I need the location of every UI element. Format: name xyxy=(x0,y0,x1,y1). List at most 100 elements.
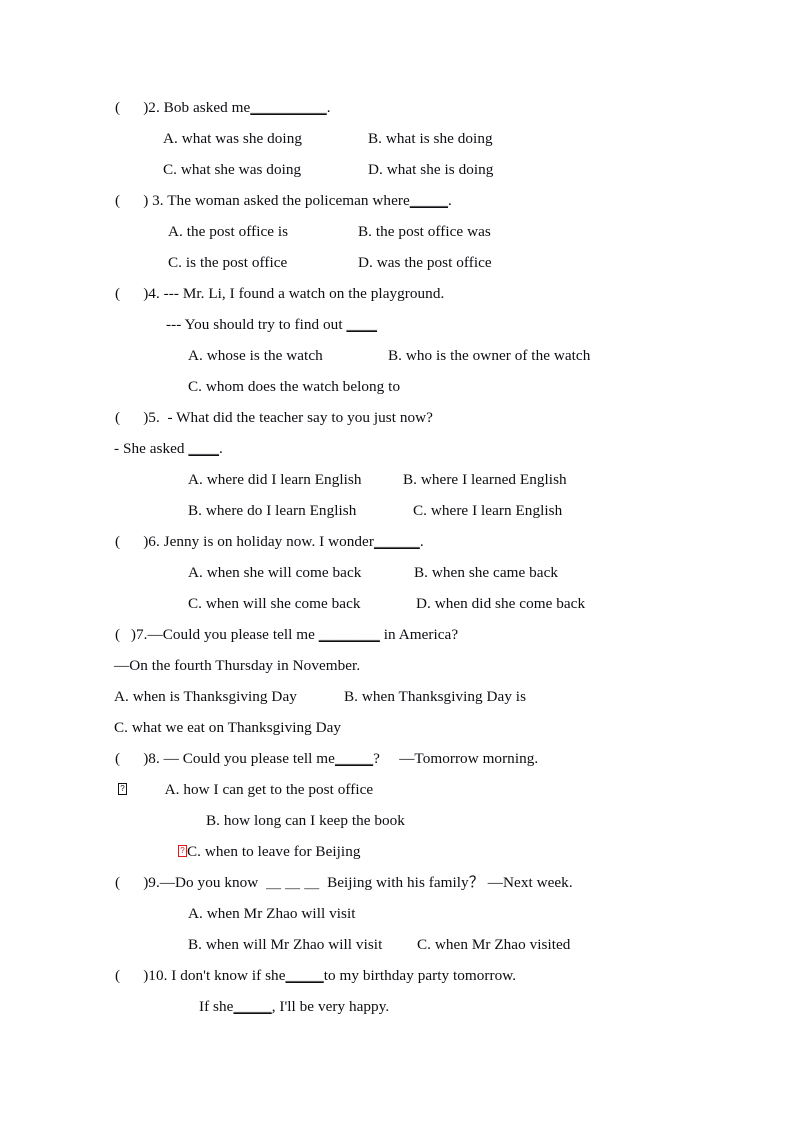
question-10-line2-blank[interactable]: _____ xyxy=(233,998,271,1015)
question-3-stem-text: ) 3. The woman asked the policeman where xyxy=(143,192,410,209)
question-5-stem-line2-prefix: - She asked xyxy=(114,440,189,457)
option-b[interactable]: B. where I learned English xyxy=(403,471,567,488)
option-b[interactable]: B. when Thanksgiving Day is xyxy=(344,688,526,705)
question-7-stem-prefix: )7.—Could you please tell me xyxy=(130,626,319,643)
question-8-stem-prefix: )8. — Could you please tell me xyxy=(143,750,335,767)
option-b[interactable]: B. who is the owner of the watch xyxy=(388,347,590,364)
question-4-options-row-2: C. whom does the watch belong to xyxy=(0,371,794,402)
question-10-line2-prefix: If she xyxy=(199,998,234,1015)
question-7-answer-line: —On the fourth Thursday in November. xyxy=(0,650,794,681)
bracket-spacer xyxy=(120,967,143,984)
option-c[interactable]: C. what we eat on Thanksgiving Day xyxy=(114,719,341,736)
question-9-stem: ( )9.—Do you know ＿ ＿ ＿ Beijing with his… xyxy=(0,867,794,898)
option-a[interactable]: A. when is Thanksgiving Day xyxy=(114,681,344,712)
option-b-duplicate[interactable]: B. where do I learn English xyxy=(188,495,413,526)
question-7-options-row-2: C. what we eat on Thanksgiving Day xyxy=(0,712,794,743)
question-6-stem: ( )6. Jenny is on holiday now. I wonder_… xyxy=(0,526,794,557)
option-c[interactable]: C. where I learn English xyxy=(413,502,562,519)
bracket-spacer xyxy=(120,750,143,767)
option-b[interactable]: B. when she came back xyxy=(414,564,558,581)
question-5-options-row-2: B. where do I learn English C. where I le… xyxy=(0,495,794,526)
question-6-stem-text: )6. Jenny is on holiday now. I wonder xyxy=(143,533,374,550)
question-4-stem-text: )4. --- Mr. Li, I found a watch on the p… xyxy=(143,285,445,302)
bracket-spacer xyxy=(120,99,143,116)
question-10-stem-tail: to my birthday party tomorrow. xyxy=(323,967,517,984)
question-7-answer-text: —On the fourth Thursday in November. xyxy=(114,657,361,674)
question-7-stem-tail: in America? xyxy=(379,626,459,643)
question-6-stem-tail: . xyxy=(419,533,424,550)
question-6-options-row-1: A. when she will come back B. when she ca… xyxy=(0,557,794,588)
question-9-options-row-bc: B. when will Mr Zhao will visit C. when M… xyxy=(0,929,794,960)
option-a[interactable]: A. whose is the watch xyxy=(188,340,388,371)
question-9-option-a-row: A. when Mr Zhao will visit xyxy=(0,898,794,929)
question-9-stem-prefix: )9.—Do you know xyxy=(143,874,266,891)
bracket-spacer xyxy=(120,192,143,209)
option-d[interactable]: D. was the post office xyxy=(358,254,492,271)
question-2-options-row-2: C. what she was doing D. what she is doin… xyxy=(0,154,794,185)
option-d[interactable]: D. when did she come back xyxy=(416,595,585,612)
question-10-blank[interactable]: _____ xyxy=(286,967,324,984)
question-5-stem: ( )5. - What did the teacher say to you … xyxy=(0,402,794,433)
option-c[interactable]: C. whom does the watch belong to xyxy=(188,378,400,395)
question-4-options-row-1: A. whose is the watch B. who is the owner… xyxy=(0,340,794,371)
option-a[interactable]: A. the post office is xyxy=(168,216,358,247)
question-4-blank[interactable]: ____ xyxy=(346,316,377,333)
question-4-stem-line2-text: --- You should try to find out xyxy=(166,316,347,333)
worksheet-content: ( )2. Bob asked me__________. A. what wa… xyxy=(0,92,794,1022)
question-10-stem: ( )10. I don't know if she_____to my bir… xyxy=(0,960,794,991)
option-c[interactable]: C. is the post office xyxy=(168,247,358,278)
question-2-stem: ( )2. Bob asked me__________. xyxy=(0,92,794,123)
question-5-stem-line2-tail: . xyxy=(219,440,223,457)
missing-glyph-box-red-icon xyxy=(178,845,187,857)
question-8-blank[interactable]: _____ xyxy=(335,750,373,767)
question-8-option-b-row: B. how long can I keep the book xyxy=(0,805,794,836)
bracket-spacer xyxy=(120,874,143,891)
question-7-stem: ( )7.—Could you please tell me ________ … xyxy=(0,619,794,650)
option-c[interactable]: C. when to leave for Beijing xyxy=(187,843,360,860)
question-8-stem-tail: ? xyxy=(373,750,380,767)
option-b[interactable]: B. what is she doing xyxy=(368,130,493,147)
question-8-option-c-row: C. when to leave for Beijing xyxy=(0,836,794,867)
question-3-options-row-2: C. is the post office D. was the post off… xyxy=(0,247,794,278)
worksheet-page: ( )2. Bob asked me__________. A. what wa… xyxy=(0,0,794,1123)
question-7-options-row-1: A. when is Thanksgiving Day B. when Thank… xyxy=(0,681,794,712)
question-9-blank[interactable]: ＿ ＿ ＿ xyxy=(266,874,319,891)
question-7-blank[interactable]: ________ xyxy=(319,626,380,643)
question-10-line2-tail: , I'll be very happy. xyxy=(271,998,390,1015)
question-2-stem-tail: . xyxy=(326,99,331,116)
question-5-stem-line2: - She asked ____. xyxy=(0,433,794,464)
option-a[interactable]: A. when she will come back xyxy=(188,557,414,588)
option-b[interactable]: B. when will Mr Zhao will visit xyxy=(188,929,417,960)
question-10-stem-prefix: )10. I don't know if she xyxy=(143,967,286,984)
question-8-answer-text: —Tomorrow morning. xyxy=(399,750,539,767)
option-d[interactable]: D. what she is doing xyxy=(368,161,493,178)
question-3-blank[interactable]: _____ xyxy=(410,192,448,209)
question-2-blank[interactable]: __________ xyxy=(250,99,326,116)
bracket-spacer xyxy=(120,626,131,643)
question-5-stem-text: )5. - What did the teacher say to you ju… xyxy=(143,409,433,426)
question-4-stem: ( )4. --- Mr. Li, I found a watch on the… xyxy=(0,278,794,309)
option-b[interactable]: B. how long can I keep the book xyxy=(206,812,405,829)
bracket-spacer xyxy=(120,285,143,302)
question-5-blank[interactable]: ____ xyxy=(188,440,219,457)
question-5-options-row-1: A. where did I learn English B. where I l… xyxy=(0,464,794,495)
question-9-stem-tail: Beijing with his family？ —Next week. xyxy=(319,874,573,891)
option-c[interactable]: C. when Mr Zhao visited xyxy=(417,936,570,953)
question-8-stem: ( )8. — Could you please tell me_____? —… xyxy=(0,743,794,774)
question-2-options-row-1: A. what was she doing B. what is she doin… xyxy=(0,123,794,154)
missing-glyph-box-icon xyxy=(118,783,127,795)
question-8-option-a-row: A. how I can get to the post office xyxy=(0,774,794,805)
option-b[interactable]: B. the post office was xyxy=(358,223,491,240)
option-a[interactable]: A. where did I learn English xyxy=(188,464,403,495)
question-3-stem-tail: . xyxy=(448,192,452,209)
option-a[interactable]: A. when Mr Zhao will visit xyxy=(188,905,356,922)
option-c[interactable]: C. what she was doing xyxy=(163,154,368,185)
bracket-spacer xyxy=(120,409,143,426)
question-6-blank[interactable]: ______ xyxy=(374,533,420,550)
option-a[interactable]: A. what was she doing xyxy=(163,123,368,154)
question-6-options-row-2: C. when will she come back D. when did sh… xyxy=(0,588,794,619)
option-a[interactable]: A. how I can get to the post office xyxy=(165,781,374,798)
option-c[interactable]: C. when will she come back xyxy=(188,588,416,619)
